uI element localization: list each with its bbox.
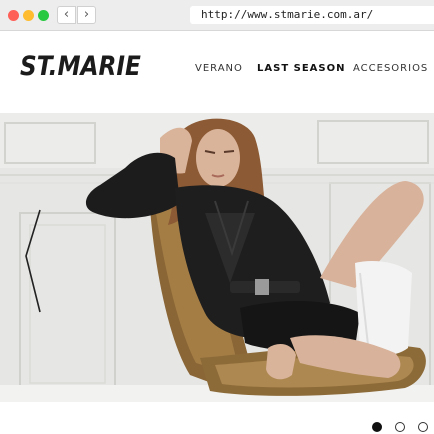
back-button[interactable]: ‹ bbox=[57, 6, 76, 24]
chevron-left-icon[interactable] bbox=[22, 208, 46, 318]
hero-slider bbox=[0, 113, 434, 402]
minimize-window-button[interactable] bbox=[23, 10, 34, 21]
nav-item-verano[interactable]: VERANO bbox=[195, 63, 243, 74]
brand-logo[interactable]: ST.MARIE bbox=[20, 51, 141, 82]
maximize-window-button[interactable] bbox=[38, 10, 49, 21]
slider-dot-1[interactable] bbox=[372, 422, 382, 432]
browser-toolbar: ‹ › http://www.stmarie.com.ar/ bbox=[0, 0, 434, 31]
chevron-left-icon: ‹ bbox=[63, 7, 70, 22]
nav-item-accesorios[interactable]: ACCESORIOS bbox=[353, 63, 428, 74]
chevron-right-icon: › bbox=[83, 7, 90, 22]
slider-dot-2[interactable] bbox=[395, 422, 405, 432]
close-window-button[interactable] bbox=[8, 10, 19, 21]
address-bar[interactable]: http://www.stmarie.com.ar/ bbox=[190, 6, 434, 24]
site-header: ST.MARIE VERANO LAST SEASON ACCESORIOS bbox=[0, 31, 434, 113]
forward-button[interactable]: › bbox=[77, 6, 96, 24]
slider-dot-3[interactable] bbox=[418, 422, 428, 432]
hero-image bbox=[0, 113, 434, 402]
slider-pagination bbox=[0, 402, 434, 434]
nav-item-last-season[interactable]: LAST SEASON bbox=[257, 63, 345, 74]
